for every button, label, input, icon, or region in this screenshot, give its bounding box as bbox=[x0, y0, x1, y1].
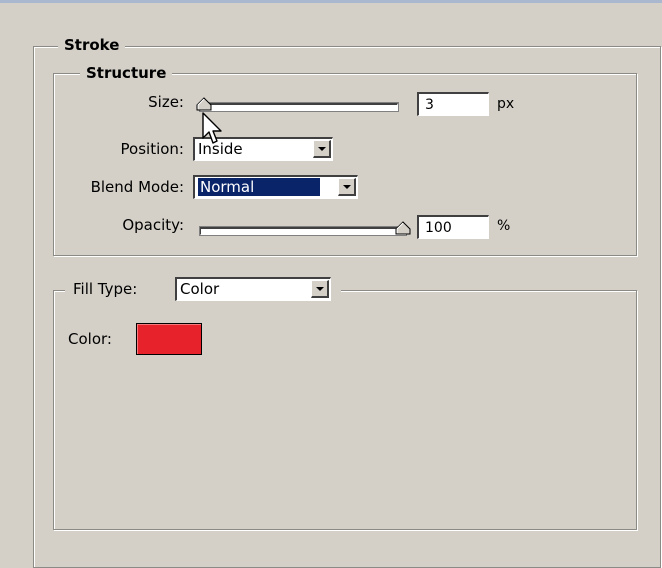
size-slider[interactable] bbox=[200, 103, 398, 111]
color-swatch[interactable] bbox=[136, 323, 202, 355]
fill-type-label: Fill Type: bbox=[73, 280, 138, 298]
position-label: Position: bbox=[120, 140, 184, 158]
opacity-input[interactable]: 100 bbox=[417, 215, 489, 239]
structure-group-title: Structure bbox=[80, 64, 173, 82]
stroke-group-title: Stroke bbox=[58, 36, 126, 54]
size-label: Size: bbox=[148, 93, 184, 111]
slider-thumb-icon[interactable] bbox=[196, 97, 212, 111]
window-top-edge bbox=[0, 0, 662, 3]
blend-mode-value: Normal bbox=[197, 177, 321, 197]
chevron-down-icon[interactable] bbox=[338, 178, 356, 196]
arrow-cursor-icon bbox=[202, 112, 222, 144]
slider-thumb-icon[interactable] bbox=[395, 221, 411, 235]
size-unit: px bbox=[497, 96, 515, 112]
opacity-slider[interactable] bbox=[200, 227, 406, 235]
fill-type-value: Color bbox=[180, 280, 220, 298]
chevron-down-icon[interactable] bbox=[311, 280, 329, 298]
blend-mode-dropdown[interactable]: Normal bbox=[193, 175, 358, 199]
opacity-label: Opacity: bbox=[122, 216, 184, 234]
opacity-unit: % bbox=[497, 218, 511, 234]
chevron-down-icon[interactable] bbox=[313, 140, 331, 158]
blend-mode-label: Blend Mode: bbox=[90, 178, 184, 196]
color-label: Color: bbox=[68, 330, 112, 348]
size-input[interactable]: 3 bbox=[417, 92, 489, 116]
fill-type-dropdown[interactable]: Color bbox=[175, 277, 331, 301]
